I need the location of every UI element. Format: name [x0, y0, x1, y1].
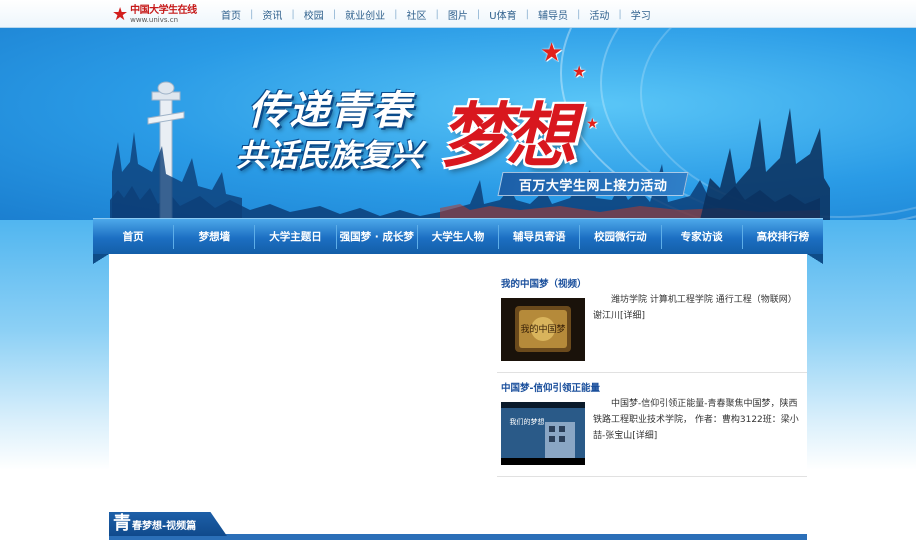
nav-corner-left	[93, 254, 109, 264]
content-area: 我的中国梦（视频） 我的中国梦 潍坊学院 计算机工程学院 通行工程（物联网） 谢…	[109, 254, 807, 540]
hero-banner: 传递青春 共话民族复兴 梦想 ★ ★ ★ 百万大学生网上接力活动	[0, 28, 916, 220]
star-logo-icon: ★	[112, 4, 129, 25]
crowd-silhouette-left	[112, 132, 242, 220]
main-nav-item[interactable]: 大学主题日	[255, 224, 337, 249]
main-nav-item[interactable]: 辅导员寄语	[499, 224, 581, 249]
video-thumbnail[interactable]: 我的中国梦	[501, 298, 585, 361]
video-title[interactable]: 中国梦-信仰引领正能量	[501, 380, 600, 394]
section-label: 春梦想-视频篇	[132, 521, 197, 532]
red-star-icon: ★	[572, 62, 587, 81]
banner-title-line2: 共话民族复兴	[236, 138, 422, 174]
logo-name: 中国大学生在线	[130, 5, 197, 16]
main-nav-item[interactable]: 强国梦 · 成长梦	[337, 224, 418, 249]
nav-corner-right	[807, 254, 823, 264]
logo-url: www.univs.cn	[130, 16, 179, 24]
top-nav-item[interactable]: 首页	[212, 7, 250, 22]
red-star-icon: ★	[586, 116, 599, 132]
section-big-char: 青	[113, 513, 131, 534]
top-nav-item[interactable]: 就业创业	[336, 7, 394, 22]
banner-dream-title: 梦想	[440, 95, 576, 177]
section-header: 青 春梦想-视频篇	[109, 512, 807, 540]
top-nav-item[interactable]: 校园	[295, 7, 333, 22]
video-title[interactable]: 我的中国梦（视频）	[501, 276, 587, 290]
divider	[497, 476, 807, 477]
site-logo[interactable]: ★ 中国大学生在线 www.univs.cn	[112, 4, 202, 26]
top-nav-item[interactable]: U体育	[480, 7, 525, 22]
video-item: 中国梦-信仰引领正能量 我们的梦想 中国梦-信仰引领正能量-青春聚焦中国梦，陕西…	[497, 358, 807, 465]
video-description: 中国梦-信仰引领正能量-青春聚焦中国梦，陕西铁路工程职业技术学院， 作者：曹构3…	[593, 399, 799, 441]
top-nav-item[interactable]: 活动	[580, 7, 618, 22]
top-bar: ★ 中国大学生在线 www.univs.cn 首页 | 资讯 | 校园 | 就业创业 | 社区 |…	[0, 0, 916, 28]
main-nav-item[interactable]: 梦想墙	[174, 224, 256, 249]
main-nav-item[interactable]: 首页	[93, 224, 175, 249]
thumb-caption: 我们的梦想	[510, 417, 545, 426]
top-nav-item[interactable]: 社区	[398, 7, 436, 22]
crowd-silhouette-right	[700, 108, 830, 220]
video-description: 潍坊学院 计算机工程学院 通行工程（物联网） 谢江川[详细]	[593, 295, 797, 321]
top-nav-item[interactable]: 资讯	[253, 7, 291, 22]
red-star-icon: ★	[540, 38, 564, 68]
main-nav: 首页 梦想墙 大学主题日 强国梦 · 成长梦 大学生人物 辅导员寄语 校园微行动 专家访谈 高校…	[93, 218, 823, 254]
main-nav-item[interactable]: 专家访谈	[662, 224, 743, 249]
main-nav-item[interactable]: 高校排行榜	[743, 225, 823, 249]
banner-title-line1: 传递青春	[248, 88, 412, 134]
video-item: 我的中国梦（视频） 我的中国梦 潍坊学院 计算机工程学院 通行工程（物联网） 谢…	[497, 254, 807, 361]
section-tab: 青 春梦想-视频篇	[109, 512, 227, 536]
top-nav-item[interactable]: 辅导员	[529, 7, 577, 22]
thumb-caption: 我的中国梦	[520, 323, 565, 335]
top-nav-item[interactable]: 图片	[439, 7, 477, 22]
main-nav-item[interactable]: 大学生人物	[418, 224, 500, 249]
main-nav-item[interactable]: 校园微行动	[580, 224, 662, 249]
video-thumbnail[interactable]: 我们的梦想	[501, 402, 585, 465]
top-nav-item[interactable]: 学习	[622, 7, 660, 22]
banner-subtitle: 百万大学生网上接力活动	[497, 172, 689, 196]
top-nav: 首页 | 资讯 | 校园 | 就业创业 | 社区 | 图片 | U体育 | 辅导员 | 活动 | 学习	[212, 0, 660, 28]
